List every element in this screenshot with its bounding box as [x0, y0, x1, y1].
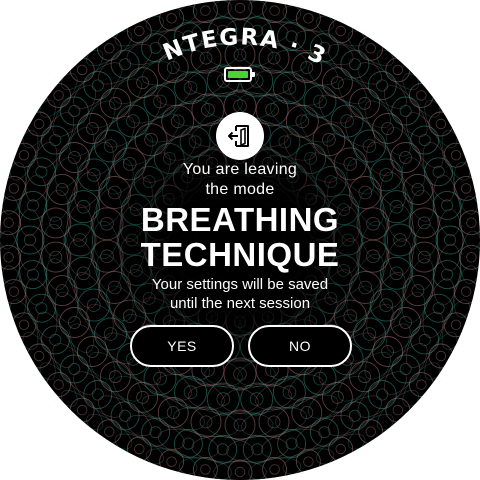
settings-note-line2: until the next session	[169, 295, 311, 312]
battery-level	[228, 71, 248, 78]
leaving-text-line2: the mode	[205, 181, 275, 198]
no-button[interactable]: NO	[248, 325, 352, 367]
yes-button[interactable]: YES	[130, 325, 234, 367]
watch-screen: INTEGRA · 3 You are leaving the mode BRE…	[0, 0, 480, 480]
mode-name-line1: BREATHING	[140, 201, 340, 238]
exit-icon-badge	[216, 112, 264, 160]
settings-note-line1: Your settings will be saved	[151, 276, 329, 293]
battery-tip	[252, 72, 255, 77]
leaving-text-line1: You are leaving	[182, 161, 298, 178]
brand-logo: INTEGRA · 3	[0, 0, 331, 71]
battery-icon	[224, 67, 255, 82]
mode-name-line2: TECHNIQUE	[140, 236, 340, 273]
exit-door-icon	[228, 125, 249, 147]
